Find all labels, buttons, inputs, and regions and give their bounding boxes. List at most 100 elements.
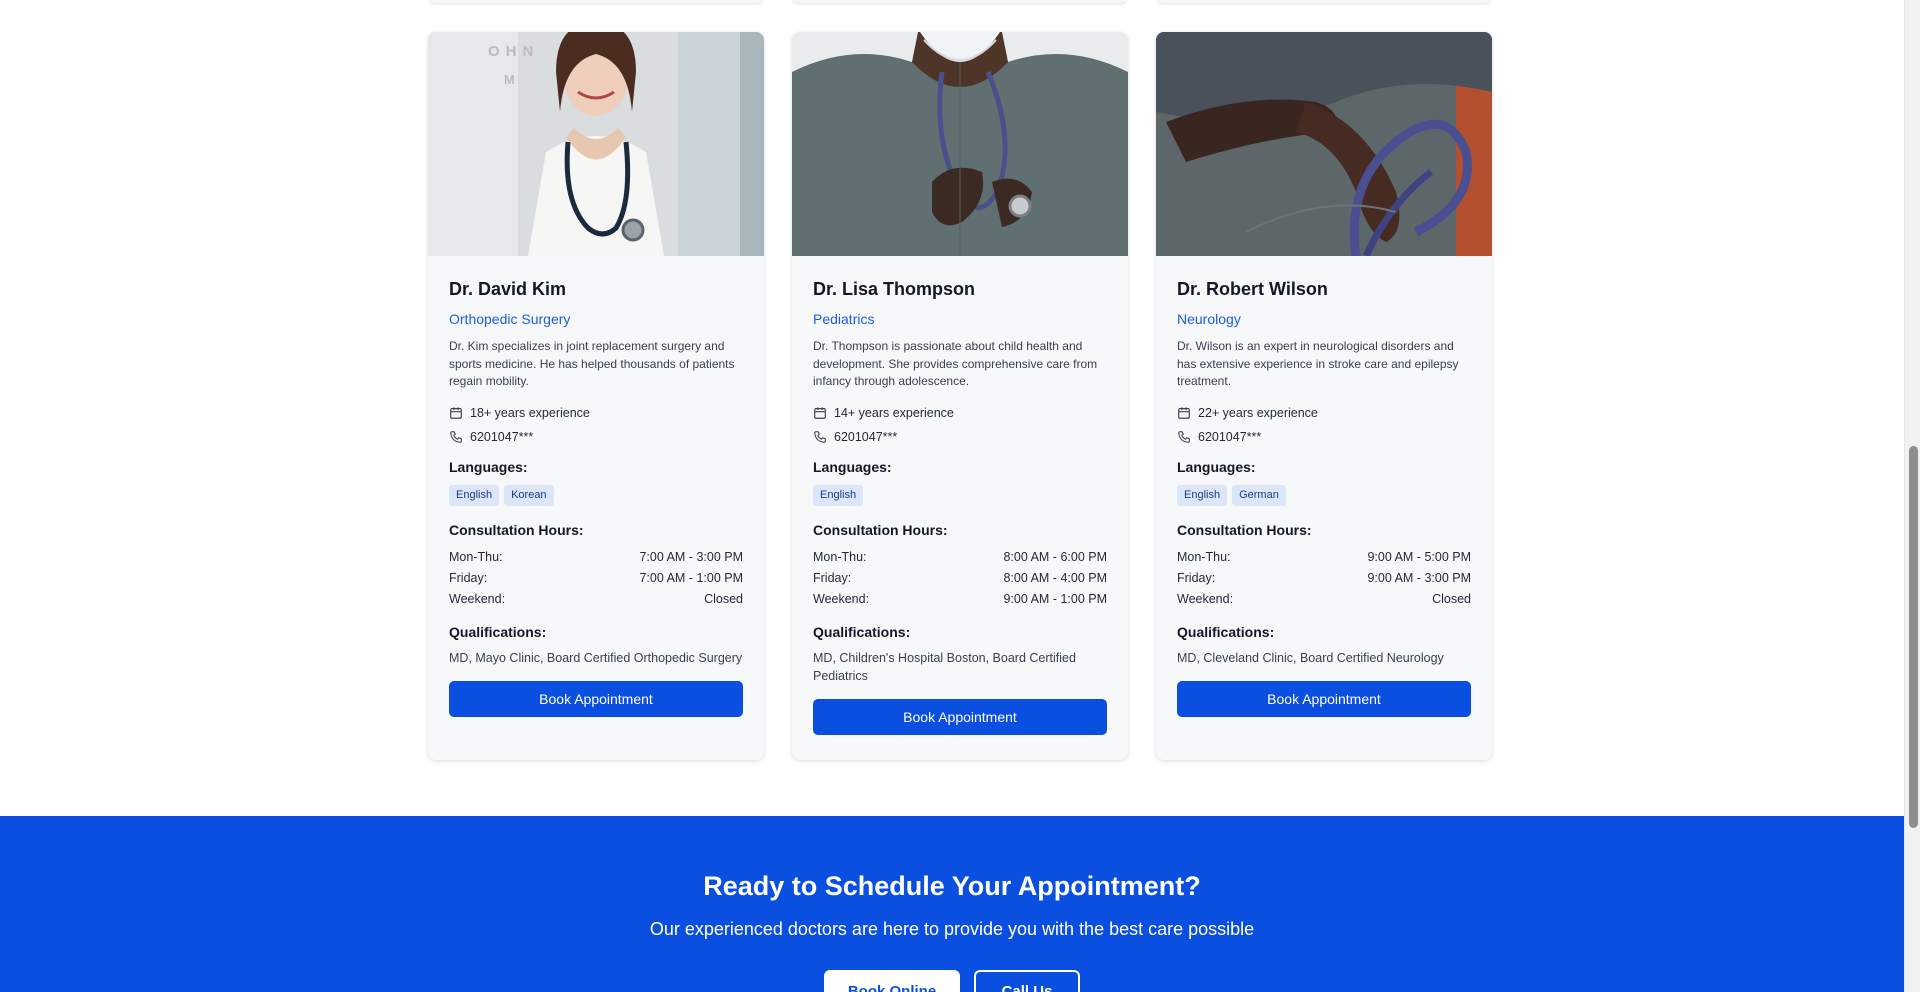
languages-list: English xyxy=(813,484,1107,506)
language-tag: English xyxy=(813,484,864,506)
hours-row: Friday: 9:00 AM - 3:00 PM xyxy=(1177,568,1471,589)
hours-time: 7:00 AM - 1:00 PM xyxy=(639,570,743,585)
hours-table: Mon-Thu: 9:00 AM - 5:00 PM Friday: 9:00 AM… xyxy=(1177,547,1471,610)
phone-row: 6201047*** xyxy=(1177,425,1471,449)
hours-day: Mon-Thu: xyxy=(813,549,867,564)
call-us-button[interactable]: Call Us xyxy=(974,970,1080,992)
experience-text: 14+ years experience xyxy=(834,405,954,420)
svg-text:M: M xyxy=(504,72,521,87)
hours-time: 8:00 AM - 6:00 PM xyxy=(1003,549,1107,564)
hours-day: Weekend: xyxy=(1177,591,1234,606)
language-tag: English xyxy=(449,484,500,506)
page-viewport: OHN M Dr. David Kim Orthopedic Surgery D… xyxy=(0,0,1904,992)
hours-row: Mon-Thu: 9:00 AM - 5:00 PM xyxy=(1177,547,1471,568)
hours-day: Mon-Thu: xyxy=(1177,549,1231,564)
languages-label: Languages: xyxy=(813,458,892,475)
language-tag: English xyxy=(1177,484,1228,506)
qualifications-text: MD, Cleveland Clinic, Board Certified Ne… xyxy=(1177,650,1444,665)
languages-list: English Korean xyxy=(449,484,743,506)
calendar-icon xyxy=(450,406,462,419)
phone-text: 6201047*** xyxy=(1198,429,1262,444)
hours-label: Consultation Hours: xyxy=(449,521,584,538)
languages-list: English German xyxy=(1177,484,1471,506)
hours-time: 9:00 AM - 3:00 PM xyxy=(1367,570,1471,585)
hours-row: Mon-Thu: 8:00 AM - 6:00 PM xyxy=(813,547,1107,568)
previous-card-bottom xyxy=(428,0,764,3)
hours-row: Friday: 7:00 AM - 1:00 PM xyxy=(449,568,743,589)
hours-label: Consultation Hours: xyxy=(813,521,948,538)
doctor-card: Dr. Lisa Thompson Pediatrics Dr. Thompso… xyxy=(792,32,1128,760)
cta-subtitle: Our experienced doctors are here to prov… xyxy=(649,919,1255,939)
cta-banner: Ready to Schedule Your Appointment? Our … xyxy=(0,816,1904,992)
doctor-specialty[interactable]: Pediatrics xyxy=(813,310,1107,328)
calendar-icon xyxy=(814,406,826,419)
hours-table: Mon-Thu: 7:00 AM - 3:00 PM Friday: 7:00 AM… xyxy=(449,547,743,610)
hours-row: Weekend: 9:00 AM - 1:00 PM xyxy=(813,589,1107,610)
experience-text: 22+ years experience xyxy=(1198,405,1318,420)
hours-row: Mon-Thu: 7:00 AM - 3:00 PM xyxy=(449,547,743,568)
doctor-photo xyxy=(792,32,1128,256)
hours-day: Weekend: xyxy=(813,591,870,606)
phone-icon xyxy=(450,430,462,443)
experience-row: 14+ years experience xyxy=(813,401,1107,425)
doctor-specialty[interactable]: Neurology xyxy=(1177,310,1471,328)
experience-row: 22+ years experience xyxy=(1177,401,1471,425)
cta-buttons: Book Online Call Us xyxy=(0,970,1904,992)
phone-row: 6201047*** xyxy=(813,425,1107,449)
language-tag: Korean xyxy=(504,484,554,506)
phone-icon xyxy=(1178,430,1190,443)
cta-title: Ready to Schedule Your Appointment? xyxy=(703,871,1201,901)
hours-time: Closed xyxy=(704,591,743,606)
hours-table: Mon-Thu: 8:00 AM - 6:00 PM Friday: 8:00 AM… xyxy=(813,547,1107,610)
qualifications-label: Qualifications: xyxy=(449,623,547,640)
hours-day: Mon-Thu: xyxy=(449,549,503,564)
book-appointment-button[interactable]: Book Appointment xyxy=(1177,680,1471,717)
qualifications-text: MD, Mayo Clinic, Board Certified Orthope… xyxy=(449,650,743,665)
hours-time: Closed xyxy=(1432,591,1471,606)
hours-time: 8:00 AM - 4:00 PM xyxy=(1003,570,1107,585)
doctor-bio: Dr. Wilson is an expert in neurological … xyxy=(1177,339,1459,388)
qualifications-label: Qualifications: xyxy=(813,623,911,640)
vertical-scrollbar[interactable] xyxy=(1904,0,1920,992)
hours-day: Friday: xyxy=(1177,570,1216,585)
phone-row: 6201047*** xyxy=(449,425,743,449)
hours-day: Friday: xyxy=(813,570,852,585)
hours-day: Weekend: xyxy=(449,591,506,606)
hours-time: 9:00 AM - 1:00 PM xyxy=(1003,591,1107,606)
previous-card-bottom xyxy=(1156,0,1492,3)
languages-label: Languages: xyxy=(449,458,528,475)
doctor-name: Dr. Lisa Thompson xyxy=(813,279,976,299)
hours-row: Weekend: Closed xyxy=(1177,589,1471,610)
doctor-bio: Dr. Thompson is passionate about child h… xyxy=(813,339,1098,388)
book-appointment-button[interactable]: Book Appointment xyxy=(813,698,1107,735)
previous-card-bottom xyxy=(792,0,1128,3)
languages-label: Languages: xyxy=(1177,458,1256,475)
experience-row: 18+ years experience xyxy=(449,401,743,425)
hours-label: Consultation Hours: xyxy=(1177,521,1312,538)
hours-time: 7:00 AM - 3:00 PM xyxy=(639,549,743,564)
doctor-bio: Dr. Kim specializes in joint replacement… xyxy=(449,339,735,388)
experience-text: 18+ years experience xyxy=(470,405,590,420)
hours-day: Friday: xyxy=(449,570,488,585)
scrollbar-thumb[interactable] xyxy=(1909,446,1918,828)
qualifications-text: MD, Children's Hospital Boston, Board Ce… xyxy=(813,650,1076,683)
book-online-button[interactable]: Book Online xyxy=(824,970,960,992)
doctor-name: Dr. David Kim xyxy=(449,279,567,299)
hours-time: 9:00 AM - 5:00 PM xyxy=(1367,549,1471,564)
language-tag: German xyxy=(1232,484,1286,506)
svg-text:OHN: OHN xyxy=(488,43,539,60)
phone-icon xyxy=(814,430,826,443)
calendar-icon xyxy=(1178,406,1190,419)
doctor-photo: OHN M xyxy=(428,32,764,256)
hours-row: Friday: 8:00 AM - 4:00 PM xyxy=(813,568,1107,589)
doctor-card: OHN M Dr. David Kim Orthopedic Surgery D… xyxy=(428,32,764,760)
doctor-specialty[interactable]: Orthopedic Surgery xyxy=(449,310,743,328)
phone-text: 6201047*** xyxy=(834,429,898,444)
qualifications-label: Qualifications: xyxy=(1177,623,1275,640)
book-appointment-button[interactable]: Book Appointment xyxy=(449,680,743,717)
phone-text: 6201047*** xyxy=(470,429,534,444)
hours-row: Weekend: Closed xyxy=(449,589,743,610)
doctor-name: Dr. Robert Wilson xyxy=(1177,279,1328,299)
doctor-card: Dr. Robert Wilson Neurology Dr. Wilson i… xyxy=(1156,32,1492,760)
doctor-photo xyxy=(1156,32,1492,256)
